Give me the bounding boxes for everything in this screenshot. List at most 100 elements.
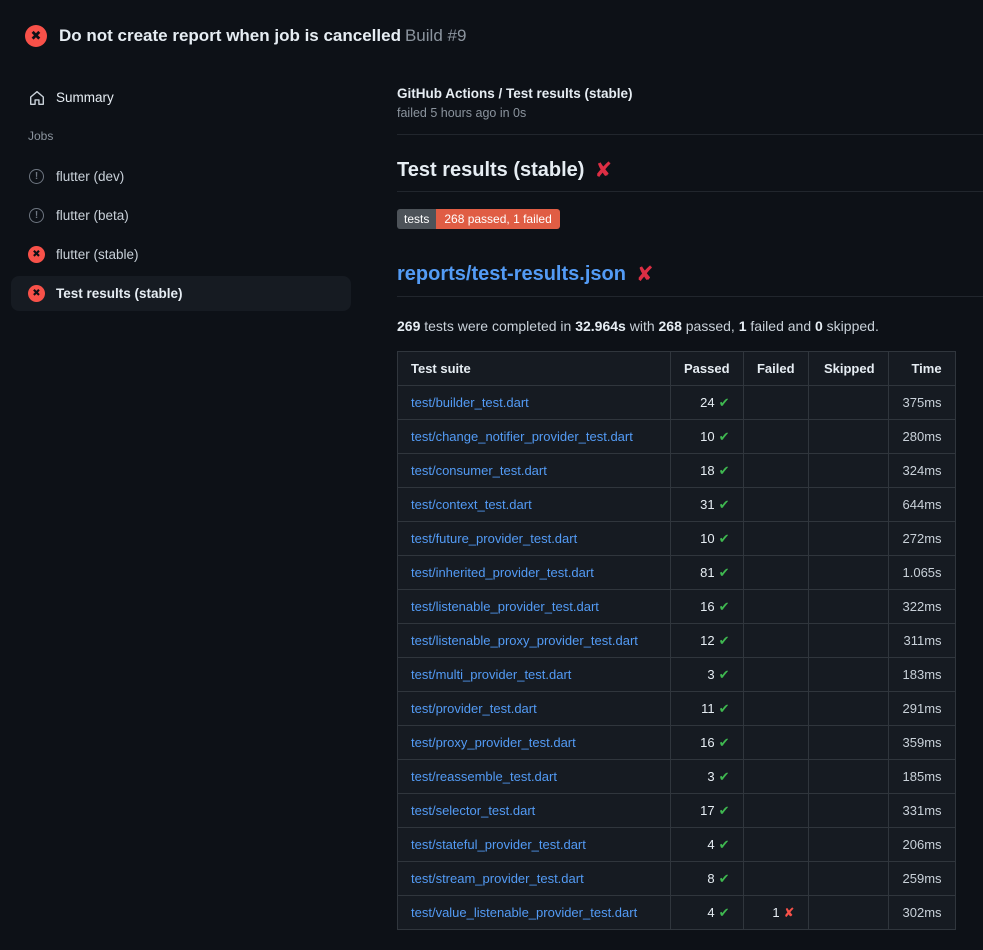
badge-label: tests bbox=[397, 209, 436, 229]
failed-cell bbox=[743, 454, 808, 488]
suite-cell: test/multi_provider_test.dart bbox=[398, 658, 671, 692]
count-value: 10 bbox=[700, 429, 714, 444]
suite-link[interactable]: test/change_notifier_provider_test.dart bbox=[411, 429, 633, 444]
table-row: test/value_listenable_provider_test.dart… bbox=[398, 896, 956, 930]
summary-segment: passed, bbox=[682, 318, 739, 334]
suite-cell: test/inherited_provider_test.dart bbox=[398, 556, 671, 590]
skipped-cell bbox=[808, 454, 888, 488]
sidebar-item-job[interactable]: ! flutter (beta) bbox=[11, 198, 351, 233]
time-cell: 359ms bbox=[888, 726, 955, 760]
suite-link[interactable]: test/stateful_provider_test.dart bbox=[411, 837, 586, 852]
sidebar-item-job[interactable]: ✖Test results (stable) bbox=[11, 276, 351, 311]
table-header-row: Test suitePassedFailedSkippedTime bbox=[398, 352, 956, 386]
time-cell: 331ms bbox=[888, 794, 955, 828]
header: ✖ Do not create report when job is cance… bbox=[0, 0, 983, 56]
time-cell: 375ms bbox=[888, 386, 955, 420]
time-cell: 183ms bbox=[888, 658, 955, 692]
time-cell: 259ms bbox=[888, 862, 955, 896]
count-value: 10 bbox=[700, 531, 714, 546]
column-header: Skipped bbox=[808, 352, 888, 386]
summary-segment: tests were completed in bbox=[420, 318, 575, 334]
table-row: test/listenable_provider_test.dart 16✔ 322… bbox=[398, 590, 956, 624]
summary-segment: 32.964s bbox=[575, 318, 626, 334]
time-cell: 1.065s bbox=[888, 556, 955, 590]
suite-cell: test/consumer_test.dart bbox=[398, 454, 671, 488]
failed-cell bbox=[743, 658, 808, 692]
sidebar-item-summary[interactable]: Summary bbox=[11, 80, 351, 115]
table-row: test/context_test.dart31✔644ms bbox=[398, 488, 956, 522]
suite-link[interactable]: test/value_listenable_provider_test.dart bbox=[411, 905, 637, 920]
suite-link[interactable]: test/proxy_provider_test.dart bbox=[411, 735, 576, 750]
passed-cell: 17✔ bbox=[671, 794, 744, 828]
suite-cell: test/value_listenable_provider_test.dart bbox=[398, 896, 671, 930]
suite-cell: test/listenable_provider_test.dart bbox=[398, 590, 671, 624]
table-row: test/stateful_provider_test.dart4✔206ms bbox=[398, 828, 956, 862]
time-cell: 280ms bbox=[888, 420, 955, 454]
skipped-cell bbox=[808, 896, 888, 930]
suite-link[interactable]: test/multi_provider_test.dart bbox=[411, 667, 571, 682]
summary-segment: 1 bbox=[739, 318, 747, 334]
sidebar-item-job[interactable]: ✖flutter (stable) bbox=[11, 237, 351, 272]
time-cell: 185ms bbox=[888, 760, 955, 794]
check-icon: ✔ bbox=[715, 736, 730, 751]
time-cell: 644ms bbox=[888, 488, 955, 522]
report-link[interactable]: reports/test-results.json bbox=[397, 263, 626, 286]
suite-link[interactable]: test/selector_test.dart bbox=[411, 803, 535, 818]
summary-segment: 0 bbox=[815, 318, 823, 334]
breadcrumb: GitHub Actions / Test results (stable) bbox=[397, 86, 983, 101]
count-value: 11 bbox=[701, 701, 715, 716]
passed-cell: 3✔ bbox=[671, 658, 744, 692]
suite-link[interactable]: test/reassemble_test.dart bbox=[411, 769, 557, 784]
failed-cell bbox=[743, 420, 808, 454]
x-icon: ✘ bbox=[594, 160, 612, 181]
table-row: test/change_notifier_provider_test.dart 1… bbox=[398, 420, 956, 454]
time-cell: 206ms bbox=[888, 828, 955, 862]
failed-cell bbox=[743, 692, 808, 726]
sidebar-item-job[interactable]: !flutter (dev) bbox=[11, 159, 351, 194]
check-icon: ✔ bbox=[715, 634, 730, 649]
check-icon: ✔ bbox=[715, 838, 730, 853]
table-row: test/builder_test.dart24✔375ms bbox=[398, 386, 956, 420]
skipped-cell bbox=[808, 726, 888, 760]
skipped-cell bbox=[808, 862, 888, 896]
suite-cell: test/reassemble_test.dart bbox=[398, 760, 671, 794]
skipped-cell bbox=[808, 556, 888, 590]
failed-cell bbox=[743, 828, 808, 862]
report-heading: reports/test-results.json ✘ bbox=[397, 263, 983, 297]
count-value: 18 bbox=[700, 463, 714, 478]
skipped-cell bbox=[808, 590, 888, 624]
check-icon: ✔ bbox=[715, 668, 730, 683]
skipped-cell bbox=[808, 794, 888, 828]
home-icon bbox=[28, 89, 45, 106]
failed-cell bbox=[743, 726, 808, 760]
suite-link[interactable]: test/inherited_provider_test.dart bbox=[411, 565, 594, 580]
tests-badge: tests 268 passed, 1 failed bbox=[397, 209, 560, 229]
suite-link[interactable]: test/listenable_proxy_provider_test.dart bbox=[411, 633, 638, 648]
suite-link[interactable]: test/context_test.dart bbox=[411, 497, 532, 512]
suite-link[interactable]: test/consumer_test.dart bbox=[411, 463, 547, 478]
alert-circle-icon: ! bbox=[28, 207, 45, 224]
suite-cell: test/proxy_provider_test.dart bbox=[398, 726, 671, 760]
suite-link[interactable]: test/builder_test.dart bbox=[411, 395, 529, 410]
suite-link[interactable]: test/stream_provider_test.dart bbox=[411, 871, 584, 886]
skipped-cell bbox=[808, 420, 888, 454]
section-heading: Test results (stable) ✘ bbox=[397, 159, 983, 192]
check-icon: ✔ bbox=[715, 872, 730, 887]
jobs-list: !flutter (dev)! flutter (beta) ✖flutter (s… bbox=[0, 159, 397, 311]
divider bbox=[397, 134, 983, 135]
summary-segment: 268 bbox=[659, 318, 682, 334]
count-value: 17 bbox=[700, 803, 714, 818]
passed-cell: 16✔ bbox=[671, 590, 744, 624]
time-cell: 322ms bbox=[888, 590, 955, 624]
suite-link[interactable]: test/listenable_provider_test.dart bbox=[411, 599, 599, 614]
failed-cell bbox=[743, 386, 808, 420]
suite-link[interactable]: test/future_provider_test.dart bbox=[411, 531, 577, 546]
sidebar-item-label: flutter (beta) bbox=[56, 208, 129, 223]
check-icon: ✔ bbox=[715, 702, 730, 717]
table-row: test/provider_test.dart11✔291ms bbox=[398, 692, 956, 726]
count-value: 3 bbox=[707, 667, 714, 682]
check-icon: ✔ bbox=[715, 770, 730, 785]
suite-cell: test/future_provider_test.dart bbox=[398, 522, 671, 556]
suite-link[interactable]: test/provider_test.dart bbox=[411, 701, 537, 716]
check-icon: ✔ bbox=[715, 498, 730, 513]
